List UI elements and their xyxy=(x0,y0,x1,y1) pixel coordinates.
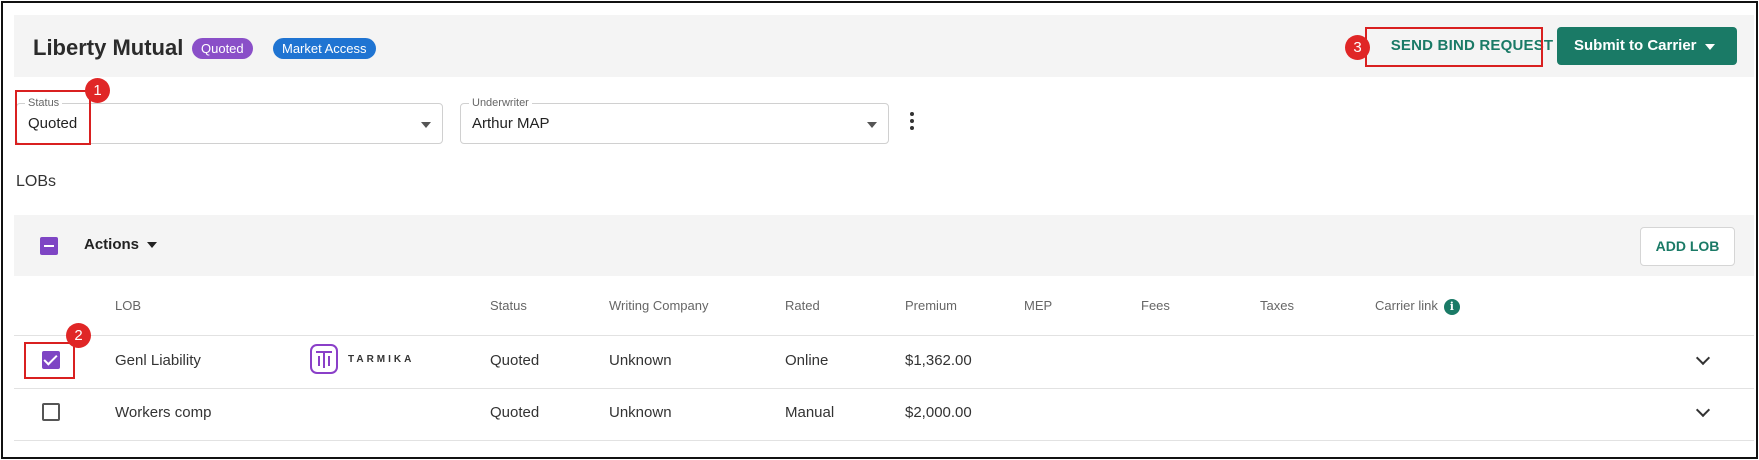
annotation-marker-1: 1 xyxy=(85,78,110,103)
lob-actions-bar: Actions ADD LOB xyxy=(14,215,1754,276)
dropdown-arrow-icon xyxy=(421,122,431,128)
table-divider xyxy=(14,440,1754,441)
carrier-link-header-label: Carrier link xyxy=(1375,298,1438,313)
column-header-rated: Rated xyxy=(785,298,820,313)
select-all-checkbox[interactable] xyxy=(40,237,58,255)
row-premium: $1,362.00 xyxy=(905,352,972,369)
column-header-writing-company: Writing Company xyxy=(609,298,709,313)
submit-to-carrier-label: Submit to Carrier xyxy=(1574,37,1697,54)
annotation-box-checkbox xyxy=(24,342,75,379)
row-status: Quoted xyxy=(490,404,540,421)
table-divider xyxy=(14,388,1754,389)
column-header-taxes: Taxes xyxy=(1260,298,1294,313)
column-header-carrier-link: Carrier link i xyxy=(1375,298,1460,315)
carrier-title: Liberty Mutual xyxy=(33,35,184,60)
caret-down-icon xyxy=(147,242,158,249)
dropdown-arrow-icon xyxy=(867,122,877,128)
market-access-badge: Market Access xyxy=(273,38,376,59)
add-lob-button[interactable]: ADD LOB xyxy=(1640,227,1735,266)
column-header-status: Status xyxy=(490,298,527,313)
row-premium: $2,000.00 xyxy=(905,404,972,421)
underwriter-value: Arthur MAP xyxy=(472,115,550,132)
annotation-box-status xyxy=(15,90,91,145)
annotation-marker-3: 3 xyxy=(1345,35,1370,60)
table-divider xyxy=(14,335,1754,336)
row-checkbox-workers-comp[interactable] xyxy=(42,403,60,421)
annotation-marker-2: 2 xyxy=(66,323,91,348)
column-header-mep: MEP xyxy=(1024,298,1053,313)
actions-menu-button[interactable]: Actions xyxy=(84,236,158,253)
quoted-badge: Quoted xyxy=(192,38,253,59)
underwriter-select[interactable]: Underwriter Arthur MAP xyxy=(460,97,889,144)
column-header-premium: Premium xyxy=(905,298,958,313)
carrier-logo-text: TARMIKA xyxy=(348,354,415,365)
lobs-section-label: LOBs xyxy=(16,173,57,190)
column-header-fees: Fees xyxy=(1141,298,1170,313)
submit-to-carrier-button[interactable]: Submit to Carrier xyxy=(1557,27,1737,65)
underwriter-label: Underwriter xyxy=(469,97,532,109)
actions-label: Actions xyxy=(84,236,140,253)
row-writing-company: Unknown xyxy=(609,352,672,369)
column-header-lob: LOB xyxy=(115,298,142,313)
lob-name: Genl Liability xyxy=(115,352,201,369)
tarmika-logo-icon xyxy=(310,344,338,374)
row-rated: Manual xyxy=(785,404,835,421)
row-writing-company: Unknown xyxy=(609,404,672,421)
info-icon[interactable]: i xyxy=(1443,298,1460,315)
kebab-menu-icon[interactable] xyxy=(908,110,916,134)
caret-down-icon xyxy=(1705,44,1715,50)
row-rated: Online xyxy=(785,352,829,369)
lob-name: Workers comp xyxy=(115,404,212,421)
annotation-box-send-bind xyxy=(1365,27,1543,67)
row-status: Quoted xyxy=(490,352,540,369)
